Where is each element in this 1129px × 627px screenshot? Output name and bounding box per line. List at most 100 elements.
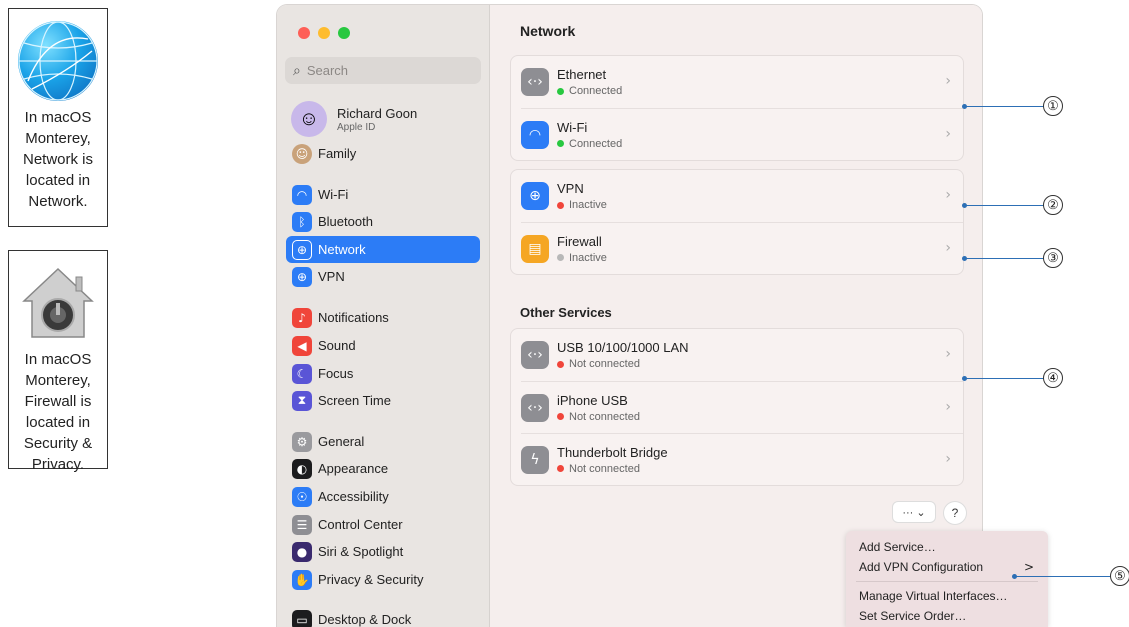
service-name: Firewall bbox=[557, 233, 602, 249]
sidebar-item-label: Notifications bbox=[318, 310, 389, 325]
annotation-marker: ③ bbox=[1043, 248, 1063, 268]
accessibility-icon: ☉ bbox=[292, 486, 312, 507]
sidebar-item-wifi[interactable]: ◠ Wi-Fi bbox=[286, 181, 480, 208]
status-dot bbox=[557, 140, 564, 147]
other-services-heading: Other Services bbox=[520, 305, 612, 320]
sidebar-item-general[interactable]: ⚙ General bbox=[286, 428, 480, 455]
close-button[interactable] bbox=[298, 27, 310, 39]
annotation-marker: ⑤ bbox=[1110, 566, 1129, 586]
status-dot bbox=[557, 87, 564, 95]
help-button[interactable]: ? bbox=[944, 502, 966, 524]
ethernet-icon: ‹·› bbox=[521, 68, 549, 96]
search-field[interactable]: ⌕ Search bbox=[285, 57, 481, 84]
minimize-button[interactable] bbox=[318, 27, 330, 39]
family-icon: ☺ bbox=[292, 143, 312, 164]
sidebar-item-label: Accessibility bbox=[318, 489, 389, 504]
sidebar-item-vpn[interactable]: ⊕ VPN bbox=[286, 263, 480, 290]
service-name: VPN bbox=[557, 181, 584, 196]
window-controls bbox=[298, 27, 350, 39]
annotation-leader bbox=[962, 203, 1044, 208]
hourglass-icon: ⧗ bbox=[292, 390, 312, 411]
search-placeholder: Search bbox=[306, 63, 349, 78]
more-actions-menu: Add Service… Add VPN Configuration > Mana… bbox=[846, 531, 1048, 627]
connections-group: ‹·› Ethernet Connected › ◠ Wi-Fi Connect… bbox=[510, 55, 964, 161]
sidebar: ⌕ Search ☺ Richard Goon Apple ID ☺ Famil… bbox=[277, 5, 490, 627]
sidebar-item-focus[interactable]: ☾ Focus bbox=[286, 360, 480, 387]
sidebar-item-control-center[interactable]: ☰ Control Center bbox=[286, 511, 480, 538]
more-actions-button[interactable]: ··· ⌄ bbox=[893, 502, 935, 522]
annotation-marker: ② bbox=[1043, 195, 1063, 215]
account-name: Richard Goon bbox=[337, 105, 418, 121]
sidebar-item-label: Bluetooth bbox=[318, 214, 373, 229]
gear-icon: ⚙ bbox=[292, 431, 312, 452]
firewall-callout: In macOS Monterey, Firewall is located i… bbox=[8, 250, 108, 473]
sidebar-item-label: Siri & Spotlight bbox=[318, 544, 404, 559]
thunderbolt-icon: ϟ bbox=[521, 445, 549, 474]
sidebar-item-desktop-dock[interactable]: ▭ Desktop & Dock bbox=[286, 606, 480, 627]
annotation-leader bbox=[962, 104, 1044, 109]
service-status: Inactive bbox=[569, 199, 607, 211]
service-status: Not connected bbox=[569, 358, 640, 370]
service-row-vpn[interactable]: ⊕ VPN Inactive › bbox=[511, 170, 963, 222]
sidebar-item-bluetooth[interactable]: ᛒ Bluetooth bbox=[286, 208, 480, 235]
sidebar-item-siri[interactable]: ● Siri & Spotlight bbox=[286, 538, 480, 565]
sidebar-item-notifications[interactable]: ♪ Notifications bbox=[286, 304, 480, 331]
annotation-marker: ① bbox=[1043, 96, 1063, 116]
service-name: Wi-Fi bbox=[557, 119, 588, 135]
service-status: Inactive bbox=[569, 251, 607, 264]
sidebar-item-appearance[interactable]: ◐ Appearance bbox=[286, 455, 480, 482]
sidebar-item-family[interactable]: ☺ Family bbox=[286, 140, 480, 167]
chevron-right-icon: › bbox=[945, 73, 951, 89]
lock-house-icon bbox=[18, 263, 98, 343]
annotation-leader bbox=[962, 256, 1044, 261]
annotation-leader bbox=[1012, 574, 1112, 579]
vpn-icon: ⊕ bbox=[521, 182, 549, 210]
menu-item-add-vpn-configuration[interactable]: Add VPN Configuration > bbox=[846, 557, 1048, 577]
service-status: Not connected bbox=[569, 462, 640, 475]
page-title: Network bbox=[520, 23, 576, 39]
network-callout-text: In macOS Monterey, Network is located in… bbox=[22, 109, 93, 210]
zoom-button[interactable] bbox=[338, 27, 350, 39]
status-dot bbox=[557, 413, 564, 420]
chevron-right-icon: › bbox=[945, 126, 951, 142]
other-services-group: ‹·› USB 10/100/1000 LAN Not connected › … bbox=[510, 328, 964, 486]
dock-icon: ▭ bbox=[292, 609, 312, 627]
sidebar-item-label: Wi-Fi bbox=[318, 187, 349, 202]
sidebar-item-privacy-security[interactable]: ✋ Privacy & Security bbox=[286, 566, 480, 593]
menu-item-manage-virtual-interfaces[interactable]: Manage Virtual Interfaces… bbox=[846, 586, 1048, 606]
service-name: iPhone USB bbox=[557, 392, 628, 408]
service-row-iphone-usb[interactable]: ‹·› iPhone USB Not connected › bbox=[521, 381, 963, 433]
service-name: Thunderbolt Bridge bbox=[557, 444, 668, 460]
service-name: Ethernet bbox=[557, 67, 607, 82]
sidebar-item-label: Family bbox=[318, 146, 357, 161]
sidebar-item-network[interactable]: ⊕ Network bbox=[286, 236, 480, 263]
status-dot bbox=[557, 201, 564, 209]
apple-id-account[interactable]: ☺ Richard Goon Apple ID bbox=[291, 101, 417, 137]
submenu-arrow-icon: > bbox=[1023, 560, 1034, 574]
search-icon: ⌕ bbox=[293, 62, 301, 78]
sidebar-item-label: Network bbox=[318, 242, 366, 257]
hand-icon: ✋ bbox=[292, 569, 312, 590]
status-dot bbox=[557, 360, 564, 368]
sidebar-item-sound[interactable]: ◀ Sound bbox=[286, 332, 480, 359]
service-status: Connected bbox=[569, 85, 623, 97]
menu-item-add-service[interactable]: Add Service… bbox=[846, 537, 1048, 557]
service-name: USB 10/100/1000 LAN bbox=[557, 340, 689, 355]
service-row-thunderbolt[interactable]: ϟ Thunderbolt Bridge Not connected › bbox=[521, 433, 963, 485]
annotation-marker: ④ bbox=[1043, 368, 1063, 388]
sidebar-item-accessibility[interactable]: ☉ Accessibility bbox=[286, 483, 480, 510]
service-row-ethernet[interactable]: ‹·› Ethernet Connected › bbox=[511, 56, 963, 108]
service-status: Not connected bbox=[569, 410, 640, 423]
service-row-wifi[interactable]: ◠ Wi-Fi Connected › bbox=[521, 108, 963, 160]
sidebar-item-label: Focus bbox=[318, 366, 354, 381]
chevron-right-icon: › bbox=[945, 187, 951, 203]
appearance-icon: ◐ bbox=[292, 458, 312, 479]
menu-item-set-service-order[interactable]: Set Service Order… bbox=[846, 606, 1048, 626]
sidebar-item-label: Control Center bbox=[318, 517, 403, 532]
service-status: Connected bbox=[569, 137, 623, 150]
service-row-usb-lan[interactable]: ‹·› USB 10/100/1000 LAN Not connected › bbox=[511, 329, 963, 381]
chevron-right-icon: › bbox=[945, 399, 951, 415]
screenshot-root: In macOS Monterey, Network is located in… bbox=[0, 0, 1129, 627]
sidebar-item-screen-time[interactable]: ⧗ Screen Time bbox=[286, 387, 480, 414]
service-row-firewall[interactable]: ▤ Firewall Inactive › bbox=[521, 222, 963, 274]
